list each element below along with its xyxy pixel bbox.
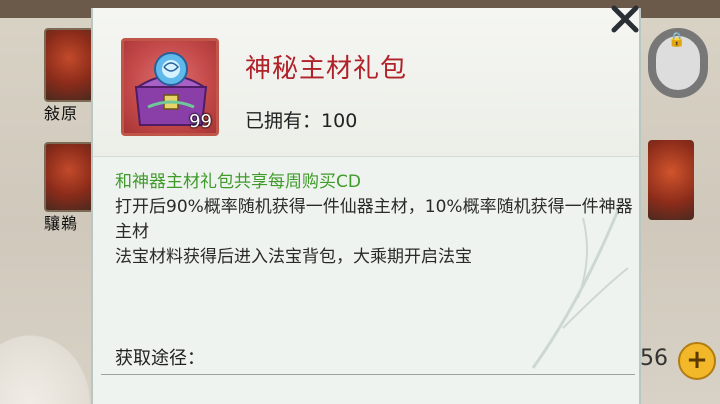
- item-stack-count: 99: [189, 111, 212, 132]
- item-detail-dialog: 99 神秘主材礼包 已拥有：100 和神器主材礼包共享每周购买CD 打开后90%…: [91, 8, 641, 404]
- background-slot-label: 驤鵜: [44, 214, 79, 233]
- background-slot-label: 敍原: [44, 104, 79, 123]
- divider: [101, 374, 635, 375]
- add-currency-button[interactable]: +: [678, 342, 716, 380]
- acquire-source-label: 获取途径：: [115, 348, 205, 369]
- currency-value: 56: [640, 346, 668, 371]
- background-cloud: [0, 324, 100, 404]
- item-name: 神秘主材礼包: [245, 54, 408, 84]
- owned-count: 已拥有：100: [245, 106, 357, 133]
- item-header: 99 神秘主材礼包 已拥有：100: [93, 8, 639, 157]
- item-description: 和神器主材礼包共享每周购买CD 打开后90%概率随机获得一件仙器主材，10%概率…: [115, 170, 635, 270]
- note-text: 法宝材料获得后进入法宝背包，大乘期开启法宝: [115, 247, 472, 267]
- effect-text: 打开后90%概率随机获得一件仙器主材，10%概率随机获得一件神器主材: [115, 197, 633, 242]
- close-icon: [611, 5, 639, 33]
- item-icon-frame[interactable]: 99: [121, 38, 219, 136]
- background-item-slot: [44, 142, 94, 212]
- owned-value: 100: [321, 110, 358, 132]
- close-button[interactable]: [608, 2, 642, 36]
- background-item-slot: [648, 140, 694, 220]
- shared-cd-text: 和神器主材礼包共享每周购买CD: [115, 172, 361, 192]
- background-item-slot: [44, 28, 94, 102]
- lock-icon: 🔒: [668, 32, 686, 48]
- owned-label: 已拥有：: [245, 110, 322, 132]
